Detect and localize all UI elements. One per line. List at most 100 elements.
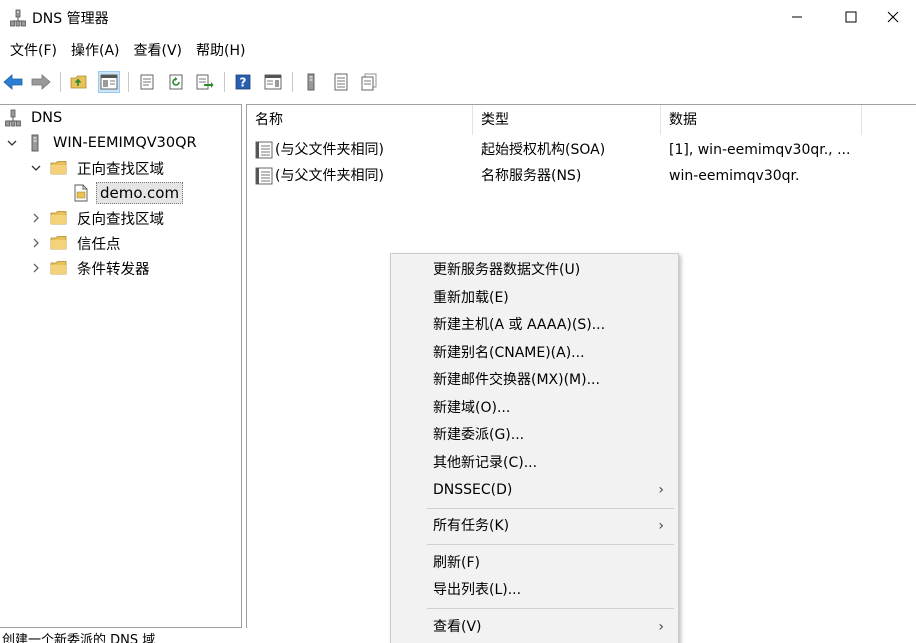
tree-item-reverse-lookup-zones[interactable]: 反向查找区域	[28, 206, 167, 230]
tree-item-trust-points[interactable]: 信任点	[28, 231, 124, 255]
close-icon	[887, 11, 899, 23]
menu-item-export-list[interactable]: 导出列表(L)...	[391, 577, 678, 603]
server-button[interactable]	[300, 71, 322, 93]
menu-item-label: 重新加载(E)	[433, 290, 509, 306]
show-hide-tree-button[interactable]	[98, 71, 120, 93]
maximize-button[interactable]	[828, 0, 874, 34]
up-folder-icon	[70, 75, 87, 89]
dns-manager-window: DNS 管理器 文件(F) 操作(A) 查看(V) 帮助(H) ? DNS WI…	[0, 0, 916, 643]
list-view-button[interactable]	[330, 71, 352, 93]
record-icon	[255, 141, 273, 159]
back-arrow-icon	[3, 74, 23, 90]
tree-label: WIN-EEMIMQV30QR	[53, 135, 197, 151]
svg-text:?: ?	[240, 76, 247, 90]
chevron-right-icon[interactable]	[28, 210, 44, 226]
chevron-down-icon[interactable]	[4, 135, 20, 151]
zone-file-icon	[72, 184, 90, 202]
menu-item-label: 新建别名(CNAME)(A)...	[433, 345, 585, 361]
menu-item-label: 所有任务(K)	[433, 518, 510, 534]
tree-item-server[interactable]: WIN-EEMIMQV30QR	[4, 131, 200, 155]
context-menu: 更新服务器数据文件(U) 重新加载(E) 新建主机(A 或 AAAA)(S)..…	[390, 253, 679, 643]
menu-view[interactable]: 查看(V)	[128, 38, 189, 64]
record-data: [1], win-eemimqv30qr., ...	[669, 142, 851, 158]
server-icon	[26, 134, 44, 152]
help-icon: ?	[235, 74, 251, 90]
chevron-right-icon[interactable]	[28, 260, 44, 276]
tree-label: DNS	[31, 110, 63, 126]
column-header-type[interactable]: 类型	[473, 105, 659, 135]
menu-item-label: 刷新(F)	[433, 555, 480, 571]
tree-item-conditional-forwarders[interactable]: 条件转发器	[28, 256, 153, 280]
show-hide-action-pane-button[interactable]	[262, 71, 284, 93]
help-button[interactable]: ?	[232, 71, 254, 93]
tree-item-zone-demo-com[interactable]: demo.com	[72, 181, 184, 205]
status-text: 创建一个新委派的 DNS 域	[2, 633, 156, 643]
chevron-down-icon[interactable]	[28, 160, 44, 176]
properties-button[interactable]	[136, 71, 158, 93]
toolbar: ?	[0, 66, 916, 100]
record-type: 起始授权机构(SOA)	[481, 142, 606, 158]
tree-item-dns-root[interactable]: DNS	[4, 106, 65, 130]
menu-item-label: 其他新记录(C)...	[433, 455, 538, 471]
menu-item-new-alias[interactable]: 新建别名(CNAME)(A)...	[391, 340, 678, 366]
menu-item-new-mail-exchanger[interactable]: 新建邮件交换器(MX)(M)...	[391, 367, 678, 393]
menu-file[interactable]: 文件(F)	[0, 38, 63, 64]
minimize-icon	[792, 16, 802, 18]
back-button[interactable]	[2, 71, 24, 93]
menu-action[interactable]: 操作(A)	[65, 38, 126, 64]
dns-root-icon	[4, 109, 22, 127]
folder-icon	[50, 159, 68, 177]
menu-item-dnssec[interactable]: DNSSEC(D) ›	[391, 477, 678, 503]
forward-button[interactable]	[30, 71, 52, 93]
folder-icon	[50, 209, 68, 227]
up-one-level-button[interactable]	[68, 71, 90, 93]
menu-separator	[427, 608, 674, 609]
menu-item-label: 更新服务器数据文件(U)	[433, 262, 581, 278]
column-header-data[interactable]: 数据	[661, 105, 861, 135]
toolbar-separator	[60, 72, 61, 92]
table-row[interactable]: (与父文件夹相同) 起始授权机构(SOA) [1], win-eemimqv30…	[247, 137, 887, 163]
menu-item-new-delegation[interactable]: 新建委派(G)...	[391, 422, 678, 448]
menu-item-view[interactable]: 查看(V) ›	[391, 614, 678, 640]
menu-help[interactable]: 帮助(H)	[190, 38, 251, 64]
chevron-right-icon: ›	[658, 482, 664, 498]
maximize-icon	[845, 11, 857, 23]
column-divider[interactable]	[861, 105, 862, 135]
tree-item-forward-lookup-zones[interactable]: 正向查找区域	[28, 156, 167, 180]
record-data: win-eemimqv30qr.	[669, 168, 800, 184]
export-list-button[interactable]	[194, 71, 216, 93]
show-hide-action-pane-icon	[264, 74, 282, 90]
record-name: (与父文件夹相同)	[275, 168, 384, 184]
column-header-name[interactable]: 名称	[247, 105, 471, 135]
refresh-button[interactable]	[166, 71, 188, 93]
menu-separator	[427, 544, 674, 545]
chevron-right-icon: ›	[658, 619, 664, 635]
console-tree-pane: DNS WIN-EEMIMQV30QR 正向查找区域 demo.com 反向查找…	[0, 104, 242, 628]
menu-item-reload[interactable]: 重新加载(E)	[391, 285, 678, 311]
tree-label: 反向查找区域	[77, 211, 164, 228]
copy-button[interactable]	[358, 71, 380, 93]
chevron-right-icon[interactable]	[28, 235, 44, 251]
forward-arrow-icon	[31, 74, 51, 90]
menu-separator	[427, 508, 674, 509]
table-row[interactable]: (与父文件夹相同) 名称服务器(NS) win-eemimqv30qr.	[247, 163, 887, 189]
menu-item-new-host[interactable]: 新建主机(A 或 AAAA)(S)...	[391, 312, 678, 338]
folder-icon	[50, 259, 68, 277]
menu-item-label: 新建邮件交换器(MX)(M)...	[433, 372, 600, 388]
menu-item-all-tasks[interactable]: 所有任务(K) ›	[391, 513, 678, 539]
close-button[interactable]	[870, 0, 916, 34]
minimize-button[interactable]	[774, 0, 820, 34]
toolbar-separator	[224, 72, 225, 92]
list-icon	[334, 73, 348, 91]
title-bar: DNS 管理器	[0, 0, 916, 36]
dns-app-icon	[10, 9, 26, 27]
folder-icon	[50, 234, 68, 252]
menu-item-other-new-records[interactable]: 其他新记录(C)...	[391, 450, 678, 476]
menu-item-refresh[interactable]: 刷新(F)	[391, 550, 678, 576]
menu-item-update-server-data-files[interactable]: 更新服务器数据文件(U)	[391, 257, 678, 283]
record-type: 名称服务器(NS)	[481, 168, 582, 184]
record-icon	[255, 167, 273, 185]
menu-item-new-domain[interactable]: 新建域(O)...	[391, 395, 678, 421]
menu-item-label: 导出列表(L)...	[433, 582, 522, 598]
refresh-icon	[169, 74, 183, 90]
